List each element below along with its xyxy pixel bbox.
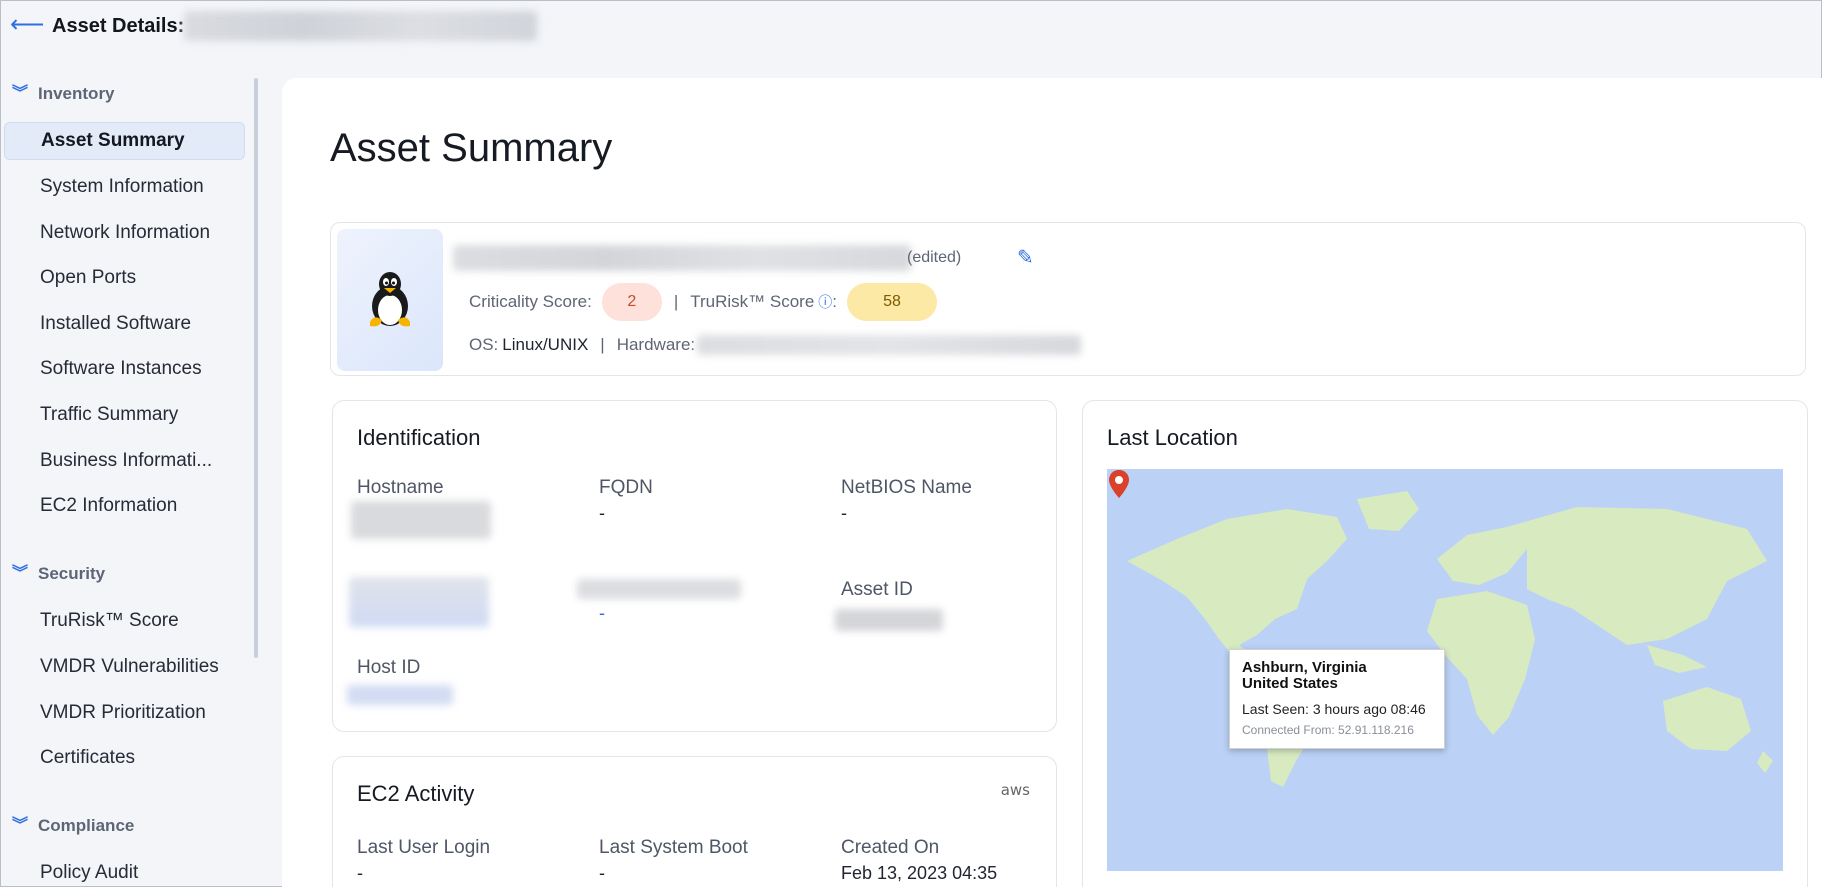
world-map[interactable]: Ashburn, Virginia United States Last See… (1107, 469, 1783, 871)
asset-name-redacted (184, 11, 537, 41)
arrow-left-icon[interactable]: ⟵ (10, 13, 44, 39)
field-value: Feb 13, 2023 04:35 (841, 863, 998, 883)
asset-summary-card: (edited) ✎ Criticality Score: 2 | TruRis… (330, 222, 1806, 376)
asset-name-redacted (453, 245, 911, 271)
sidebar-item-system-information[interactable]: System Information (4, 168, 245, 206)
score-row: Criticality Score: 2 | TruRisk™ Score ⓘ … (469, 283, 938, 321)
hostname-field: Hostname (357, 477, 444, 499)
sidebar-item-vmdr-prioritization[interactable]: VMDR Prioritization (4, 694, 245, 732)
last-location-card: Last Location Ashburn, Virginia United S… (1082, 400, 1808, 887)
field-label: Last User Login (357, 837, 491, 858)
card-title: Last Location (1107, 425, 1238, 450)
page-heading: Asset Details: (52, 15, 185, 37)
sidebar-item-trurisk-score[interactable]: TruRisk™ Score (4, 602, 245, 640)
sidebar-item-asset-summary[interactable]: Asset Summary (4, 122, 245, 160)
field-value: - (599, 503, 605, 523)
aws-logo-icon: aws (1000, 781, 1030, 799)
trurisk-colon: : (832, 292, 838, 311)
trurisk-label: TruRisk™ Score (690, 292, 815, 311)
sidebar-item-ec2-information[interactable]: EC2 Information (4, 487, 245, 525)
location-country: United States (1242, 675, 1338, 692)
field-label: FQDN (599, 477, 653, 498)
sidebar-item-policy-audit[interactable]: Policy Audit (4, 854, 245, 887)
os-tile (337, 229, 443, 371)
sidebar-item-certificates[interactable]: Certificates (4, 739, 245, 777)
sidebar-item-vmdr-vulnerabilities[interactable]: VMDR Vulnerabilities (4, 648, 245, 686)
os-value: Linux/UNIX (502, 335, 589, 354)
separator: | (673, 292, 679, 311)
sidebar-section-label: Security (38, 564, 106, 583)
field-value: - (841, 503, 847, 523)
sidebar-section-inventory[interactable]: ︾ Inventory (12, 84, 115, 104)
field-label: Hostname (357, 477, 444, 498)
sidebar-section-compliance[interactable]: ︾ Compliance (12, 816, 134, 836)
sidebar-nav: ︾ Inventory Asset Summary System Informa… (0, 78, 258, 887)
ec2-activity-card: EC2 Activity aws Last User Login - Last … (332, 756, 1057, 887)
field-label: Last System Boot (599, 837, 748, 858)
sidebar-item-traffic-summary[interactable]: Traffic Summary (4, 396, 245, 434)
pencil-edit-icon[interactable]: ✎ (1017, 245, 1034, 270)
last-seen-text: Last Seen: 3 hours ago 08:46 (1242, 701, 1426, 717)
os-row: OS: Linux/UNIX | Hardware: (469, 333, 1082, 357)
separator: | (600, 335, 605, 354)
linux-tux-icon (370, 272, 410, 327)
os-label: OS: (469, 335, 499, 354)
sidebar-section-label: Inventory (38, 84, 115, 103)
top-header: ⟵ Asset Details: (0, 0, 1822, 52)
location-pin-icon[interactable] (1107, 469, 1131, 499)
host-id-field: Host ID (357, 657, 420, 679)
field-value: - (599, 863, 605, 883)
edited-label: (edited) (907, 249, 962, 266)
asset-id-value-redacted (835, 609, 943, 631)
sidebar-item-business-information[interactable]: Business Informati... (4, 442, 245, 480)
last-user-login-field: Last User Login - (357, 837, 490, 884)
field-label: Host ID (357, 657, 421, 678)
sidebar-item-installed-software[interactable]: Installed Software (4, 305, 245, 343)
host-id-value-redacted (347, 685, 453, 705)
sidebar-scrollbar[interactable] (254, 78, 258, 658)
field-value-link[interactable]: - (599, 603, 605, 624)
field-label: Created On (841, 837, 940, 858)
fqdn-field: FQDN - (599, 477, 653, 524)
created-on-field: Created On Feb 13, 2023 04:35 (841, 837, 997, 884)
hardware-value-redacted (697, 335, 1082, 355)
hostname-value-redacted (351, 501, 491, 539)
field-label-redacted (577, 579, 741, 599)
connected-from-text: Connected From: 52.91.118.216 (1242, 723, 1414, 737)
page-title: Asset Summary (330, 126, 613, 170)
netbios-field: NetBIOS Name - (841, 477, 972, 524)
double-chevron-down-icon: ︾ (12, 817, 29, 834)
double-chevron-down-icon: ︾ (12, 565, 29, 582)
info-icon[interactable]: ⓘ (818, 292, 832, 312)
location-city: Ashburn, Virginia (1242, 659, 1367, 676)
location-tooltip: Ashburn, Virginia United States Last See… (1229, 649, 1445, 749)
main-panel: Asset Summary (edited) ✎ Criticality Sco… (282, 78, 1822, 887)
sidebar-section-label: Compliance (38, 816, 135, 835)
asset-id-field: Asset ID (841, 579, 913, 601)
card-title: Identification (357, 425, 481, 450)
sidebar-item-network-information[interactable]: Network Information (4, 214, 245, 252)
identification-card: Identification Hostname FQDN - NetBIOS N… (332, 400, 1057, 732)
trurisk-score-badge[interactable]: 58 (847, 283, 938, 321)
sidebar-section-security[interactable]: ︾ Security (12, 564, 105, 584)
card-title: EC2 Activity (357, 781, 475, 806)
criticality-label: Criticality Score: (469, 292, 592, 311)
field-label: NetBIOS Name (841, 477, 972, 498)
world-map-land (1127, 491, 1773, 787)
sidebar-item-software-instances[interactable]: Software Instances (4, 350, 245, 388)
field-label: Asset ID (841, 579, 913, 600)
sidebar-item-open-ports[interactable]: Open Ports (4, 259, 245, 297)
field-redacted (349, 577, 489, 627)
field-value: - (357, 863, 363, 883)
criticality-score-badge[interactable]: 2 (601, 283, 662, 321)
last-system-boot-field: Last System Boot - (599, 837, 748, 884)
hardware-label: Hardware: (616, 335, 696, 354)
row2-field[interactable]: - (599, 599, 605, 624)
double-chevron-down-icon: ︾ (12, 85, 29, 102)
